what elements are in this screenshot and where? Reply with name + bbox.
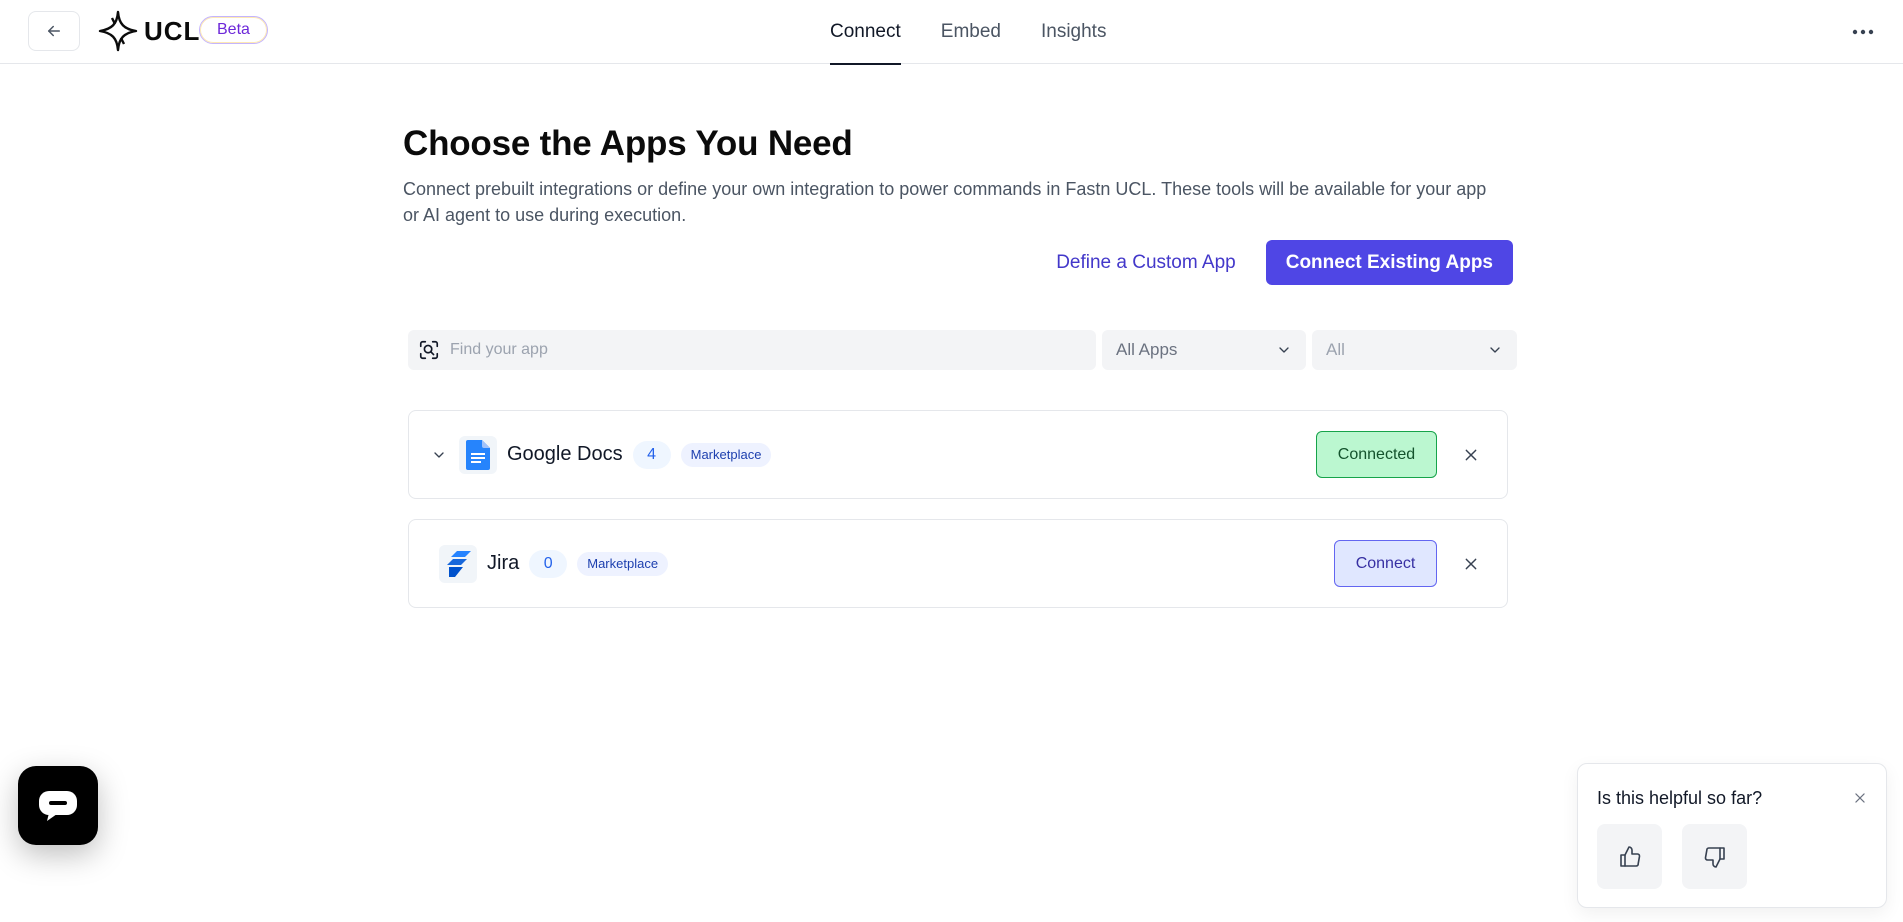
connect-existing-apps-button[interactable]: Connect Existing Apps — [1265, 240, 1513, 285]
connected-button[interactable]: Connected — [1316, 431, 1437, 478]
thumbs-up-icon — [1619, 845, 1640, 867]
filter-bar: All Apps All — [408, 330, 1517, 370]
thumbs-down-button[interactable] — [1682, 824, 1747, 889]
status-filter-select[interactable]: All — [1312, 330, 1517, 370]
marketplace-badge: Marketplace — [680, 442, 772, 467]
command-count-badge: 4 — [632, 440, 671, 469]
app-card-info: Jira 0 Marketplace — [439, 520, 669, 607]
status-filter-value: All — [1326, 340, 1345, 359]
remove-app-button[interactable] — [1461, 554, 1481, 574]
thumbs-up-button[interactable] — [1597, 824, 1662, 889]
top-bar: UCL Beta Connect Embed Insights — [0, 0, 1903, 65]
search-input[interactable] — [450, 341, 1050, 359]
google-docs-icon — [459, 435, 497, 474]
app-card-actions: Connect — [1334, 520, 1481, 607]
close-icon — [1855, 793, 1865, 803]
feedback-close-button[interactable] — [1850, 788, 1870, 808]
app-card-jira: Jira 0 Marketplace Connect — [408, 519, 1508, 608]
tab-embed[interactable]: Embed — [941, 0, 1001, 64]
chat-button[interactable] — [18, 766, 98, 845]
page-title: Choose the Apps You Need — [403, 124, 853, 163]
define-custom-app-button[interactable]: Define a Custom App — [1056, 252, 1236, 274]
close-icon — [1465, 449, 1477, 460]
beta-badge: Beta — [199, 16, 268, 44]
main-content: Choose the Apps You Need Connect prebuil… — [403, 120, 1513, 285]
jira-icon — [439, 544, 477, 583]
app-card-actions: Connected — [1316, 411, 1481, 498]
page-description: Connect prebuilt integrations or define … — [403, 179, 1487, 225]
search-box — [408, 330, 1096, 370]
connect-button[interactable]: Connect — [1334, 540, 1437, 587]
apps-filter-select[interactable]: All Apps — [1102, 330, 1306, 370]
header-actions: Define a Custom App Connect Existing App… — [1056, 240, 1513, 285]
search-icon — [419, 340, 439, 360]
chevron-down-icon — [434, 451, 444, 458]
tab-insights[interactable]: Insights — [1041, 0, 1106, 64]
arrow-left-icon — [48, 25, 60, 37]
command-count-badge: 0 — [529, 549, 568, 578]
chat-icon — [39, 790, 77, 821]
back-button[interactable] — [28, 11, 80, 51]
more-dots-icon — [1852, 29, 1874, 35]
marketplace-badge: Marketplace — [577, 551, 669, 576]
main-nav: Connect Embed Insights — [830, 0, 1106, 65]
feedback-widget: Is this helpful so far? — [1577, 763, 1887, 908]
sparkle-logo-icon — [98, 10, 138, 52]
app-name: Google Docs — [507, 443, 623, 465]
logo-text: UCL — [144, 15, 201, 46]
app-name: Jira — [487, 552, 520, 574]
feedback-question: Is this helpful so far? — [1597, 788, 1763, 808]
tab-connect[interactable]: Connect — [830, 0, 901, 65]
expand-button[interactable] — [429, 445, 449, 465]
chevron-down-icon — [1490, 347, 1500, 353]
chevron-down-icon — [1279, 347, 1289, 353]
more-options-button[interactable] — [1847, 18, 1879, 46]
remove-app-button[interactable] — [1461, 445, 1481, 465]
app-card-info: Google Docs 4 Marketplace — [429, 411, 772, 498]
app-card-google-docs: Google Docs 4 Marketplace Connected — [408, 410, 1508, 499]
thumbs-down-icon — [1704, 846, 1725, 868]
apps-filter-value: All Apps — [1116, 340, 1178, 359]
close-icon — [1465, 558, 1477, 569]
ucl-logo[interactable]: UCL — [98, 10, 200, 52]
